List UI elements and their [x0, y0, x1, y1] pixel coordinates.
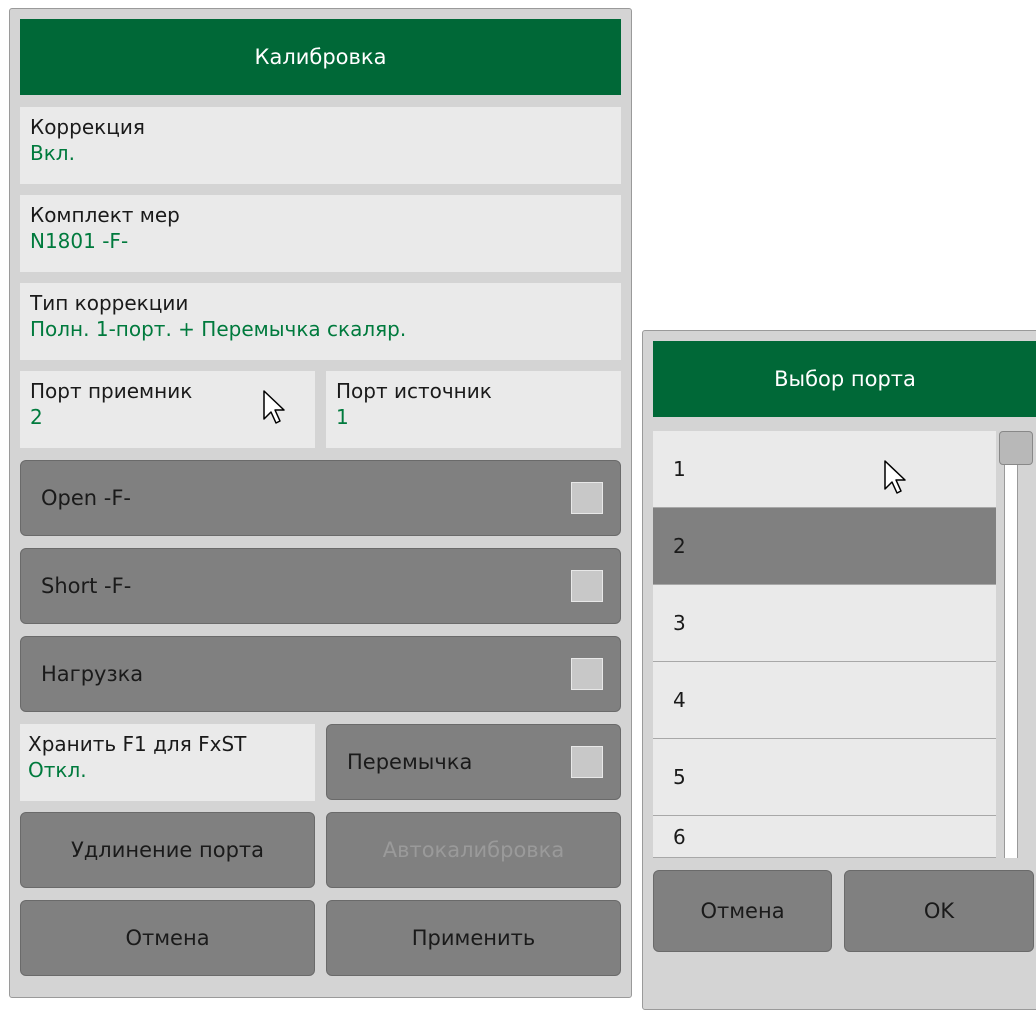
load-status-checkbox — [571, 658, 603, 690]
port-item-label: 4 — [673, 688, 686, 712]
port-item-label: 3 — [673, 611, 686, 635]
mouse-cursor-icon — [884, 460, 906, 494]
store-f1-label: Хранить F1 для FxST — [28, 732, 247, 756]
short-standard-label: Short -F- — [41, 574, 132, 598]
store-f1-value: Откл. — [28, 758, 87, 782]
source-port-label: Порт источник — [336, 379, 492, 403]
open-status-checkbox — [571, 482, 603, 514]
port-item-label: 2 — [673, 534, 686, 558]
thru-status-checkbox — [571, 746, 603, 778]
source-port-field[interactable]: Порт источник 1 — [326, 371, 621, 448]
port-cancel-button[interactable]: Отмена — [653, 870, 832, 952]
port-list-item[interactable]: 5 — [653, 739, 996, 816]
short-status-checkbox — [571, 570, 603, 602]
correction-type-value: Полн. 1-порт. + Перемычка скаляр. — [30, 317, 407, 341]
port-list-item[interactable]: 4 — [653, 662, 996, 739]
port-list-item[interactable]: 3 — [653, 585, 996, 662]
port-extension-button[interactable]: Удлинение порта — [20, 812, 315, 888]
apply-button[interactable]: Применить — [326, 900, 621, 976]
correction-type-label: Тип коррекции — [30, 291, 189, 315]
port-list-scrollbar[interactable] — [1004, 435, 1018, 858]
mouse-cursor-icon — [263, 390, 285, 424]
cancel-button[interactable]: Отмена — [20, 900, 315, 976]
correction-value: Вкл. — [30, 141, 75, 165]
load-standard-label: Нагрузка — [41, 662, 144, 686]
port-item-label: 1 — [673, 457, 686, 481]
source-port-value: 1 — [336, 405, 349, 429]
ok-button[interactable]: OK — [844, 870, 1034, 952]
cal-kit-field[interactable]: Комплект мер N1801 -F- — [20, 195, 621, 272]
port-select-title: Выбор порта — [653, 341, 1036, 417]
thru-button[interactable]: Перемычка — [326, 724, 621, 800]
short-standard-button[interactable]: Short -F- — [20, 548, 621, 624]
cal-kit-value: N1801 -F- — [30, 229, 129, 253]
port-list-item[interactable]: 6 — [653, 816, 996, 858]
calibration-panel-title: Калибровка — [20, 19, 621, 95]
open-standard-button[interactable]: Open -F- — [20, 460, 621, 536]
correction-label: Коррекция — [30, 115, 145, 139]
port-list-item[interactable]: 1 — [653, 431, 996, 508]
correction-field[interactable]: Коррекция Вкл. — [20, 107, 621, 184]
thru-label: Перемычка — [347, 750, 473, 774]
port-list-item-selected[interactable]: 2 — [653, 508, 996, 585]
port-list: 1 2 3 4 5 6 — [653, 431, 996, 858]
correction-type-field[interactable]: Тип коррекции Полн. 1-порт. + Перемычка … — [20, 283, 621, 360]
cal-kit-label: Комплект мер — [30, 203, 180, 227]
open-standard-label: Open -F- — [41, 486, 131, 510]
port-item-label: 5 — [673, 765, 686, 789]
store-f1-field[interactable]: Хранить F1 для FxST Откл. — [20, 724, 315, 801]
load-standard-button[interactable]: Нагрузка — [20, 636, 621, 712]
port-select-panel: Выбор порта 1 2 3 4 5 6 Отмена OK — [642, 330, 1036, 1010]
port-list-scroll-thumb[interactable] — [999, 431, 1033, 465]
autocal-button[interactable]: Автокалибровка — [326, 812, 621, 888]
port-item-label: 6 — [673, 824, 686, 849]
calibration-panel: Калибровка Коррекция Вкл. Комплект мер N… — [9, 8, 632, 998]
